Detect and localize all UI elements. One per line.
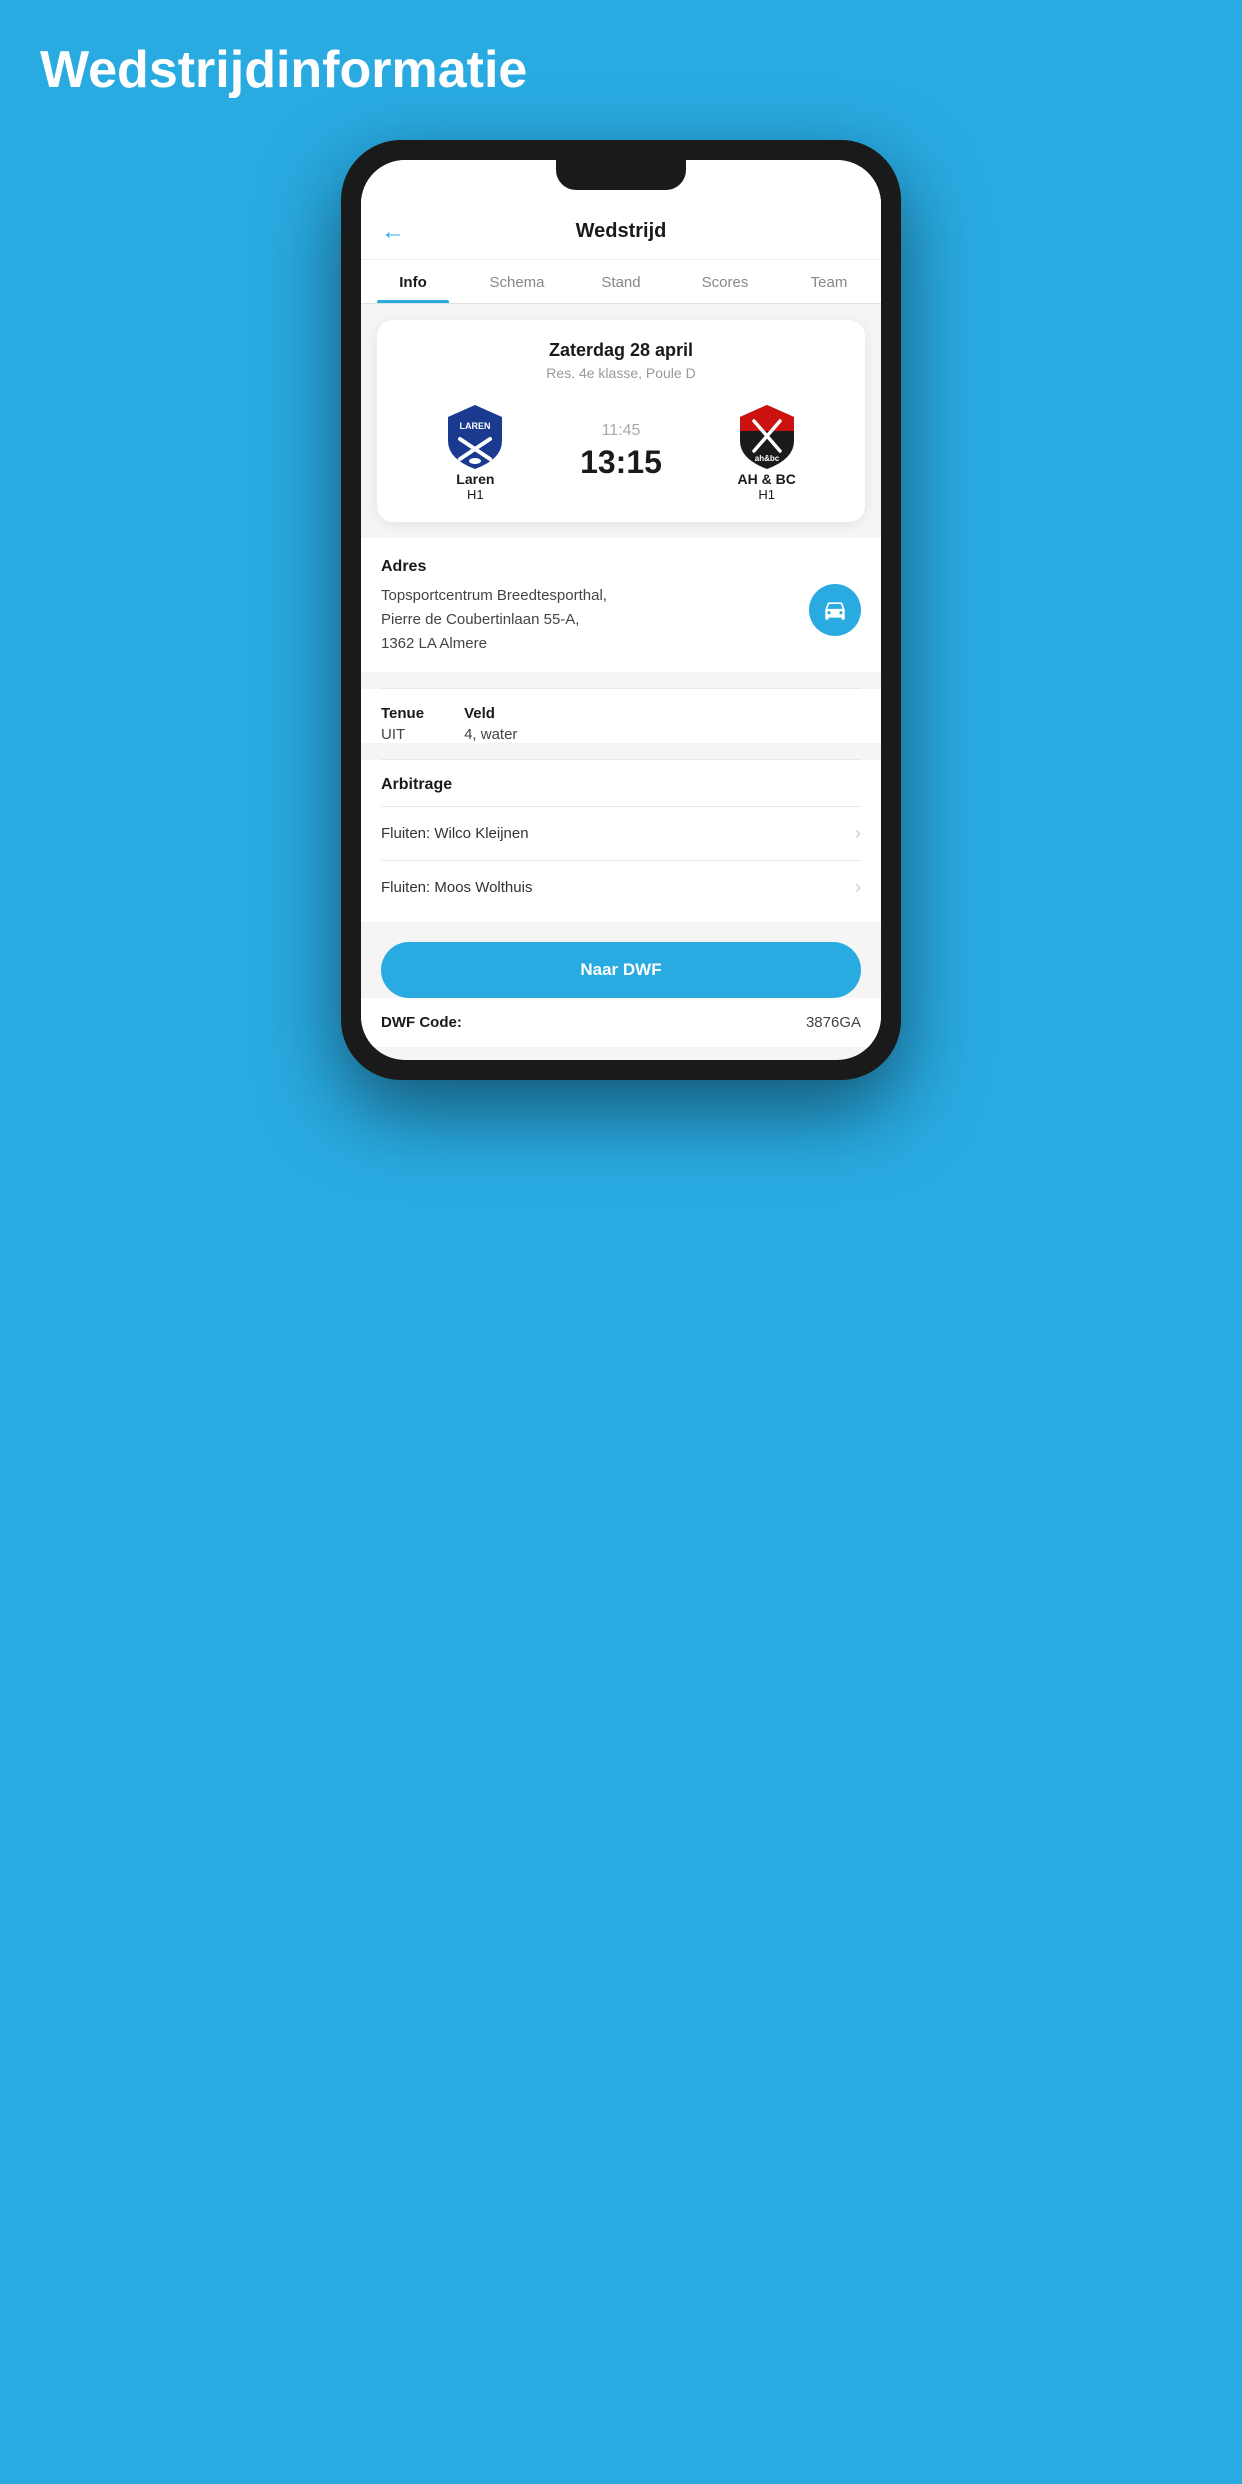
match-card: Zaterdag 28 april Res. 4e klasse, Poule …: [377, 320, 865, 522]
match-score: 13:15: [580, 444, 662, 481]
tenue-label: Tenue: [381, 705, 424, 722]
address-row: Topsportcentrum Breedtesporthal,Pierre d…: [381, 584, 861, 672]
app-header: ← Wedstrijd: [361, 204, 881, 260]
away-team-sub: H1: [758, 487, 775, 502]
tenue-value: UIT: [381, 726, 424, 743]
arbitrage-name-1: Fluiten: Wilco Kleijnen: [381, 825, 529, 842]
tab-stand[interactable]: Stand: [569, 260, 673, 303]
chevron-right-icon-2: ›: [855, 877, 861, 898]
car-icon: [822, 597, 848, 623]
match-teams: LAREN Laren H1 11:45 13:15: [393, 401, 849, 502]
tab-info[interactable]: Info: [361, 260, 465, 303]
dwf-code-label: DWF Code:: [381, 1014, 462, 1031]
home-team-logo: LAREN: [440, 401, 510, 471]
match-date: Zaterdag 28 april: [393, 340, 849, 361]
navigate-button[interactable]: [809, 584, 861, 636]
score-block: 11:45 13:15: [580, 422, 662, 481]
header-title: Wedstrijd: [576, 220, 667, 243]
arbitrage-label: Arbitrage: [381, 776, 861, 794]
dwf-button[interactable]: Naar DWF: [381, 942, 861, 998]
address-value: Topsportcentrum Breedtesporthal,Pierre d…: [381, 584, 797, 656]
svg-text:LAREN: LAREN: [460, 421, 491, 431]
page-background-title: Wedstrijdinformatie: [20, 40, 527, 100]
dwf-code-value: 3876GA: [806, 1014, 861, 1031]
tab-schema[interactable]: Schema: [465, 260, 569, 303]
tenue-block: Tenue UIT: [381, 705, 424, 743]
veld-value: 4, water: [464, 726, 517, 743]
phone-notch: [556, 160, 686, 190]
away-team-name: AH & BC: [737, 471, 795, 487]
phone-shell: ← Wedstrijd Info Schema Stand Scores Tea…: [341, 140, 901, 1080]
away-team-logo: ah&bc: [732, 401, 802, 471]
phone-screen: ← Wedstrijd Info Schema Stand Scores Tea…: [361, 160, 881, 1060]
veld-block: Veld 4, water: [464, 705, 517, 743]
tab-scores[interactable]: Scores: [673, 260, 777, 303]
chevron-right-icon-1: ›: [855, 823, 861, 844]
arbitrage-section: Arbitrage Fluiten: Wilco Kleijnen › Flui…: [361, 760, 881, 922]
back-button[interactable]: ←: [381, 218, 405, 246]
svg-text:ah&bc: ah&bc: [754, 454, 779, 463]
home-team-name: Laren: [456, 471, 494, 487]
veld-label: Veld: [464, 705, 517, 722]
address-label: Adres: [381, 558, 861, 576]
arbitrage-item-1[interactable]: Fluiten: Wilco Kleijnen ›: [381, 806, 861, 860]
address-block: Adres Topsportcentrum Breedtesporthal,Pi…: [361, 538, 881, 672]
tenue-veld-row: Tenue UIT Veld 4, water: [361, 689, 881, 743]
away-team-block: ah&bc AH & BC H1: [707, 401, 827, 502]
home-team-block: LAREN Laren H1: [415, 401, 535, 502]
tab-navigation: Info Schema Stand Scores Team: [361, 260, 881, 304]
kickoff-time: 11:45: [602, 422, 641, 440]
arbitrage-item-2[interactable]: Fluiten: Moos Wolthuis ›: [381, 860, 861, 914]
tab-team[interactable]: Team: [777, 260, 881, 303]
arbitrage-name-2: Fluiten: Moos Wolthuis: [381, 879, 532, 896]
dwf-code-row: DWF Code: 3876GA: [361, 998, 881, 1047]
match-league: Res. 4e klasse, Poule D: [393, 365, 849, 381]
home-team-sub: H1: [467, 487, 484, 502]
